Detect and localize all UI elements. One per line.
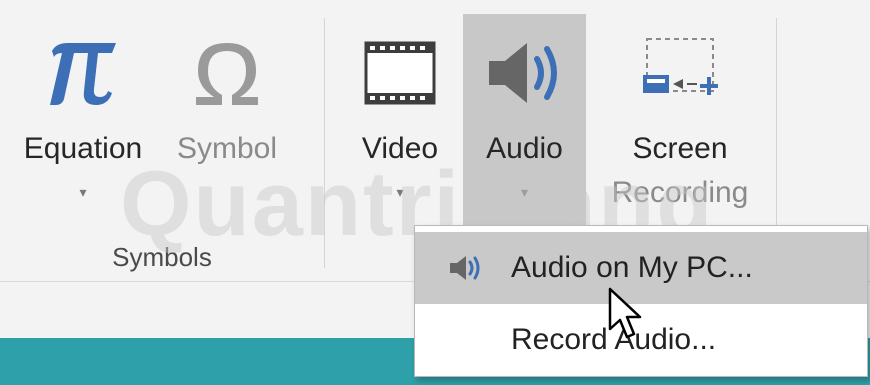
symbol-button[interactable]: Symbol <box>152 14 302 242</box>
screen-recording-label-line2: Recording <box>611 176 749 209</box>
chevron-down-icon[interactable]: ▾ <box>396 180 403 204</box>
group-separator <box>324 18 325 268</box>
chevron-down-icon[interactable]: ▾ <box>521 180 528 204</box>
video-label: Video <box>361 132 439 165</box>
screen-recording-label-line1: Screen <box>632 132 728 165</box>
chevron-down-icon[interactable]: ▾ <box>79 180 86 204</box>
mouse-pointer-icon <box>608 287 642 346</box>
screen-recording-icon <box>635 14 725 132</box>
symbol-label: Symbol <box>176 132 278 165</box>
menu-item-label: Audio on My PC... <box>511 251 753 284</box>
audio-label: Audio <box>486 132 563 165</box>
omega-icon <box>190 14 264 132</box>
screen-recording-button[interactable]: Screen Recording <box>596 14 764 242</box>
speaker-icon <box>483 14 567 132</box>
film-icon <box>364 14 436 132</box>
pi-icon <box>46 14 120 132</box>
symbols-group-label: Symbols <box>112 242 212 272</box>
speaker-icon <box>435 254 495 282</box>
equation-label: Equation <box>23 132 143 165</box>
audio-button[interactable]: Audio ▾ <box>463 14 586 242</box>
video-button[interactable]: Video ▾ <box>350 14 450 242</box>
equation-button[interactable]: Equation ▾ <box>22 14 144 242</box>
